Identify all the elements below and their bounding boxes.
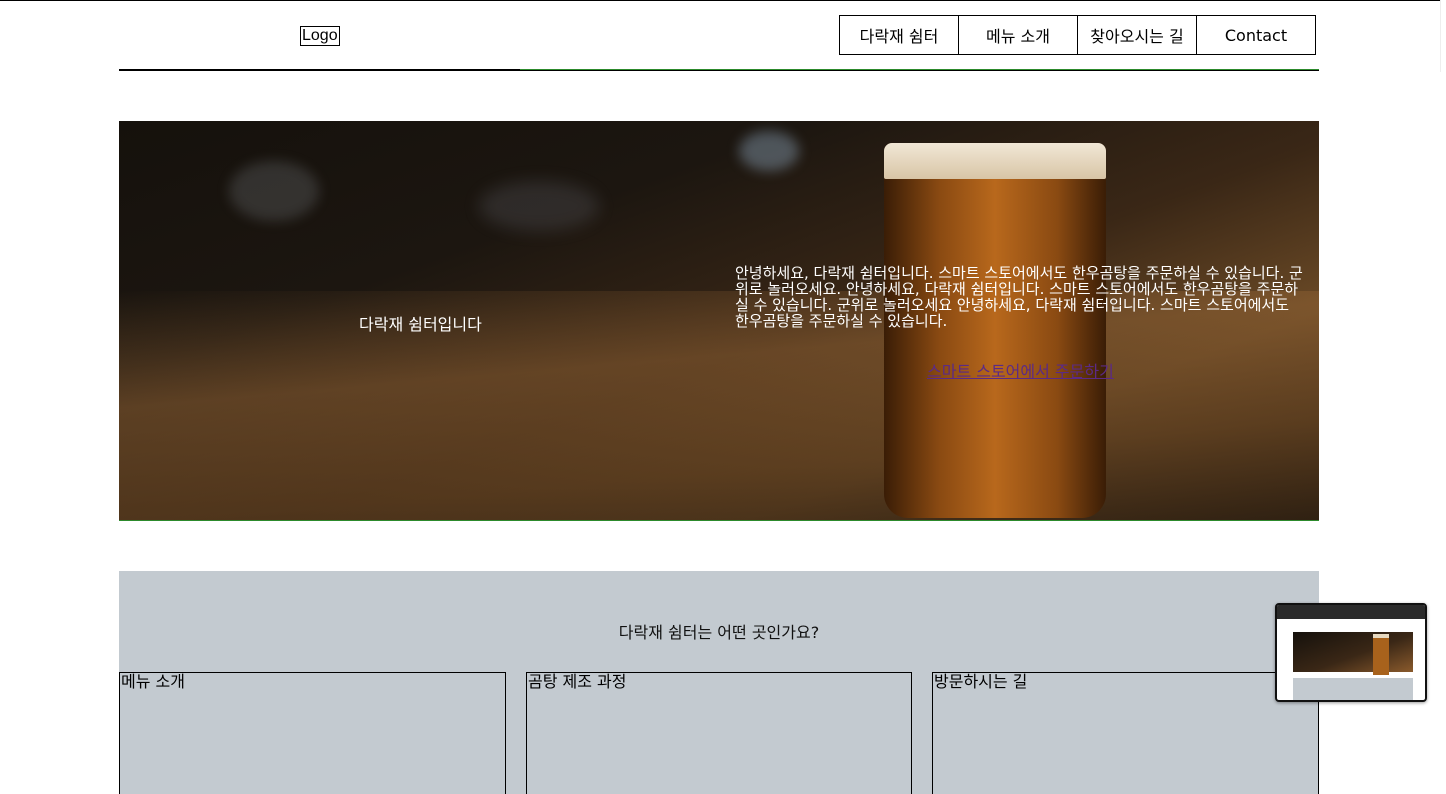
hero-bokeh — [229, 161, 319, 221]
scrollbar-track[interactable] — [1440, 0, 1446, 72]
info-title: 다락재 쉼터는 어떤 곳인가요? — [618, 623, 820, 642]
hero-beer-glass — [884, 143, 1106, 518]
thumb-info — [1293, 678, 1413, 700]
hero-banner: 다락재 쉼터입니다 안녕하세요, 다락재 쉼터입니다. 스마트 스토어에서도 한… — [119, 121, 1319, 521]
card-label: 방문하시는 길 — [934, 672, 1028, 691]
hero-bottom-line — [119, 520, 1319, 521]
main-nav: 다락재 쉼터 메뉴 소개 찾아오시는 길 Contact — [839, 15, 1316, 55]
thumb-hero — [1293, 632, 1413, 672]
thumb-beer-icon — [1373, 634, 1389, 675]
screenshot-preview-thumbnail[interactable] — [1275, 603, 1427, 702]
hero-beer-foam — [884, 143, 1106, 179]
logo[interactable]: Logo — [300, 26, 340, 46]
card-process[interactable]: 곰탕 제조 과정 — [526, 672, 912, 794]
smart-store-order-link[interactable]: 스마트 스토어에서 주문하기 — [927, 358, 1114, 382]
card-directions[interactable]: 방문하시는 길 — [932, 672, 1319, 794]
thumb-toolbar — [1277, 605, 1425, 619]
card-label: 메뉴 소개 — [121, 672, 185, 691]
card-menu[interactable]: 메뉴 소개 — [119, 672, 506, 794]
hero-description: 안녕하세요, 다락재 쉼터입니다. 스마트 스토어에서도 한우곰탕을 주문하실 … — [735, 264, 1303, 330]
nav-item-menu[interactable]: 메뉴 소개 — [958, 15, 1078, 55]
hero-bokeh — [739, 131, 799, 171]
nav-item-contact[interactable]: Contact — [1196, 15, 1316, 55]
hero-title: 다락재 쉼터입니다 — [359, 315, 482, 334]
header-accent-line — [520, 69, 1319, 70]
info-section: 다락재 쉼터는 어떤 곳인가요? 메뉴 소개 곰탕 제조 과정 방문하시는 길 — [119, 571, 1319, 794]
nav-item-directions[interactable]: 찾아오시는 길 — [1077, 15, 1197, 55]
nav-item-shelter[interactable]: 다락재 쉼터 — [839, 15, 959, 55]
hero-bokeh — [479, 181, 599, 231]
card-label: 곰탕 제조 과정 — [528, 672, 627, 691]
